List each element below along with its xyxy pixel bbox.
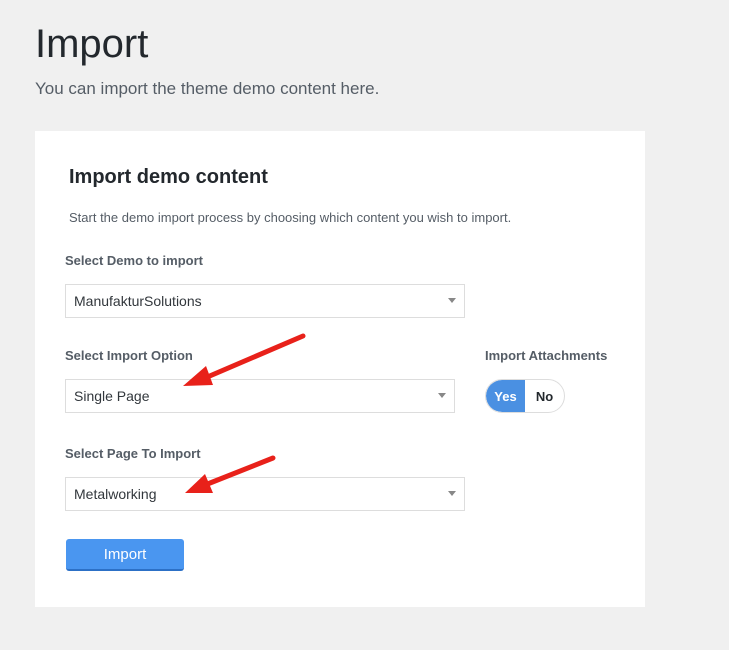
attachments-yes-option[interactable]: Yes <box>486 380 525 412</box>
page-subtitle: You can import the theme demo content he… <box>35 79 380 98</box>
demo-select[interactable]: ManufakturSolutions <box>65 284 465 318</box>
import-page: Import You can import the theme demo con… <box>0 0 729 650</box>
chevron-down-icon <box>438 393 446 398</box>
import-option-select[interactable]: Single Page <box>65 379 455 413</box>
option-select-label: Select Import Option <box>65 348 193 363</box>
attachments-no-option[interactable]: No <box>525 380 564 412</box>
card-title: Import demo content <box>69 166 268 188</box>
chevron-down-icon <box>448 298 456 303</box>
page-title: Import <box>35 22 149 66</box>
page-select-label: Select Page To Import <box>65 446 201 461</box>
attachments-toggle[interactable]: Yes No <box>485 379 565 413</box>
attachments-label: Import Attachments <box>485 348 608 363</box>
import-button[interactable]: Import <box>66 539 184 571</box>
option-select-value: Single Page <box>74 388 150 404</box>
page-select[interactable]: Metalworking <box>65 477 465 511</box>
demo-select-label: Select Demo to import <box>65 253 203 268</box>
page-select-value: Metalworking <box>74 486 157 502</box>
chevron-down-icon <box>448 491 456 496</box>
import-card: Import demo content Start the demo impor… <box>35 131 645 607</box>
demo-select-value: ManufakturSolutions <box>74 293 202 309</box>
card-description: Start the demo import process by choosin… <box>69 210 512 225</box>
